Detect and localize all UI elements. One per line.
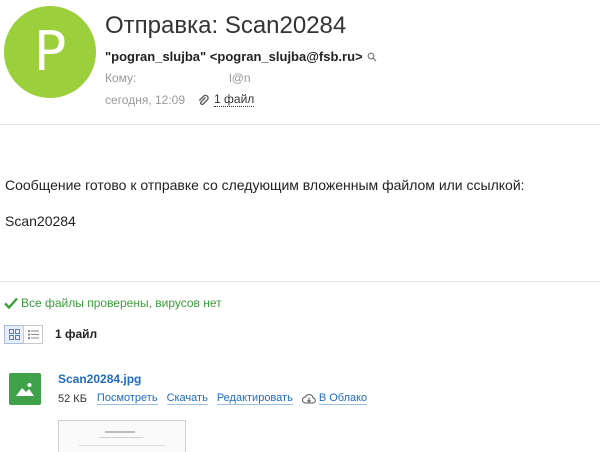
recipient-redacted (140, 71, 226, 85)
picture-icon (16, 383, 34, 396)
recipient-value[interactable]: l@n (229, 71, 251, 85)
view-link[interactable]: Посмотреть (96, 392, 158, 405)
save-to-cloud-label: В Облако (318, 392, 368, 405)
sender-avatar: P (4, 6, 96, 98)
sender: "pogran_slujba" <pogran_slujba@fsb.ru> (105, 49, 377, 64)
attachment-size: 52 КБ (58, 392, 87, 405)
attachments-link[interactable]: 1 файл (214, 93, 255, 107)
avatar-letter: P (33, 20, 67, 83)
attachment-actions: 52 КБ Посмотреть Скачать Редактировать В… (58, 392, 376, 405)
recipient-row: Кому: l@n (105, 71, 251, 85)
image-file-icon[interactable] (9, 373, 41, 405)
attachments-divider (0, 281, 600, 282)
cloud-download-icon (301, 393, 316, 403)
attachments-view-toggle (4, 325, 43, 344)
thumbnail-line (79, 445, 165, 446)
grid-view-button[interactable] (4, 325, 24, 344)
save-to-cloud[interactable]: В Облако (301, 392, 376, 405)
message-body-line: Сообщение готово к отправке со следующим… (5, 177, 525, 193)
grid-icon (8, 329, 20, 340)
checkmark-icon (4, 297, 18, 309)
download-link[interactable]: Скачать (166, 392, 208, 405)
list-view-button[interactable] (23, 325, 43, 344)
paperclip-icon (198, 94, 209, 106)
thumbnail-line (105, 431, 135, 433)
list-icon (27, 330, 39, 339)
antivirus-status: Все файлы проверены, вирусов нет (4, 296, 222, 310)
attachments-count: 1 файл (55, 327, 98, 341)
search-icon[interactable] (367, 52, 377, 62)
thumbnail-line (99, 437, 143, 438)
message-subject: Отправка: Scan20284 (105, 12, 347, 39)
message-date: сегодня, 12:09 (105, 93, 186, 107)
recipient-label: Кому: (105, 71, 137, 85)
sender-address[interactable]: "pogran_slujba" <pogran_slujba@fsb.ru> (105, 49, 363, 64)
header-divider (0, 124, 600, 125)
message-body-filename: Scan20284 (5, 213, 76, 229)
message-meta: сегодня, 12:09 1 файл (105, 93, 255, 107)
attachment-thumbnail[interactable] (58, 420, 186, 452)
edit-link[interactable]: Редактировать (216, 392, 293, 405)
antivirus-status-text: Все файлы проверены, вирусов нет (21, 296, 222, 310)
attachment-filename[interactable]: Scan20284.jpg (58, 372, 141, 386)
